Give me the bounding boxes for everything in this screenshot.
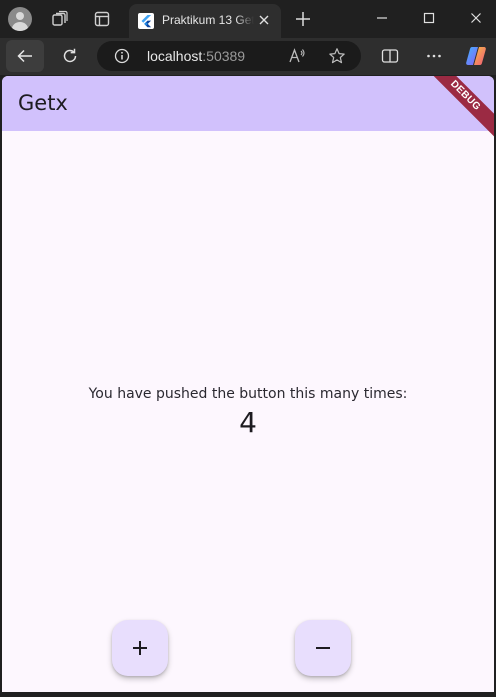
counter-label: You have pushed the button this many tim… bbox=[88, 386, 408, 402]
app-bar: Getx bbox=[2, 76, 494, 131]
flutter-favicon-icon bbox=[138, 13, 154, 29]
url-host: localhost bbox=[147, 48, 203, 64]
refresh-icon[interactable] bbox=[60, 46, 80, 66]
url-port: :50389 bbox=[202, 48, 246, 64]
counter-value: 4 bbox=[239, 406, 257, 439]
window-bottom-edge bbox=[0, 692, 496, 697]
address-bar[interactable]: localhost:50389 bbox=[97, 41, 361, 71]
maximize-icon[interactable] bbox=[418, 8, 440, 28]
tab-title: Praktikum 13 Getx bbox=[162, 13, 254, 27]
arrow-left-icon bbox=[17, 49, 32, 63]
url-text: localhost:50389 bbox=[147, 48, 245, 64]
read-aloud-icon[interactable] bbox=[288, 47, 306, 65]
tab-close-icon[interactable] bbox=[257, 13, 271, 27]
browser-tab-active[interactable]: Praktikum 13 Getx bbox=[129, 4, 281, 38]
app-bar-title: Getx bbox=[18, 91, 68, 115]
more-menu-icon[interactable] bbox=[424, 46, 444, 66]
back-button[interactable] bbox=[6, 40, 44, 72]
increment-button[interactable] bbox=[112, 620, 168, 676]
browser-navbar: localhost:50389 bbox=[0, 38, 496, 75]
plus-icon bbox=[133, 641, 147, 655]
close-window-icon[interactable] bbox=[465, 8, 487, 28]
minimize-icon[interactable] bbox=[371, 8, 393, 28]
app-page: Getx DEBUG You have pushed the button th… bbox=[2, 76, 494, 692]
tab-actions-icon[interactable] bbox=[92, 9, 112, 29]
profile-avatar-icon[interactable] bbox=[8, 7, 32, 31]
new-tab-icon[interactable] bbox=[293, 9, 313, 29]
split-screen-icon[interactable] bbox=[380, 46, 400, 66]
decrement-button[interactable] bbox=[295, 620, 351, 676]
favorite-star-icon[interactable] bbox=[328, 47, 346, 65]
workspaces-icon[interactable] bbox=[50, 9, 70, 29]
site-info-icon[interactable] bbox=[114, 48, 130, 64]
browser-titlebar: Praktikum 13 Getx bbox=[0, 0, 496, 38]
minus-icon bbox=[316, 647, 330, 649]
copilot-icon[interactable] bbox=[464, 44, 488, 68]
